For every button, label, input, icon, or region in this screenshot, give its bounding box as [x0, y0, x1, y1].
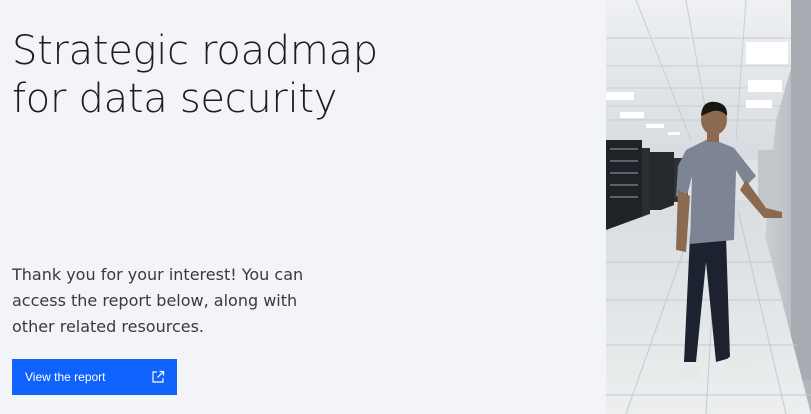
hero-photo: [606, 0, 811, 414]
external-link-icon: [152, 370, 165, 383]
page-title: Strategic roadmap for data security: [12, 27, 432, 123]
intro-line-1: Thank you for your interest! You can: [12, 265, 304, 284]
hero-content: Strategic roadmap for data security Than…: [0, 0, 606, 414]
intro-text: Thank you for your interest! You can acc…: [12, 262, 332, 340]
intro-line-2: access the report below, along with: [12, 291, 298, 310]
man-in-data-center-photo: [606, 0, 811, 414]
view-report-button[interactable]: View the report: [12, 359, 177, 395]
intro-line-3: other related resources.: [12, 317, 205, 336]
page-title-line-2: for data security: [12, 76, 338, 122]
page-title-line-1: Strategic roadmap: [12, 28, 378, 74]
view-report-button-label: View the report: [25, 370, 106, 384]
page: Strategic roadmap for data security Than…: [0, 0, 811, 414]
